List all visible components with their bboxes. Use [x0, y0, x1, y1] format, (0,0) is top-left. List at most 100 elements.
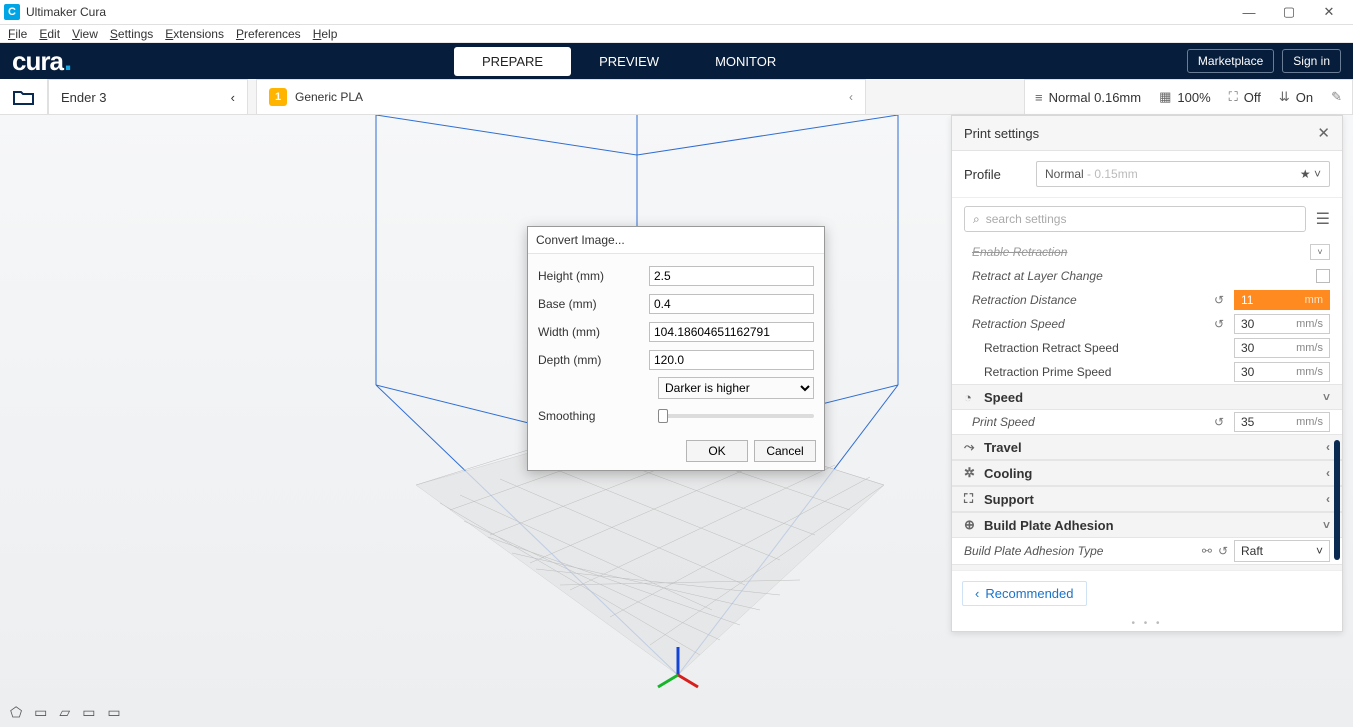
star-chevron-icon: ★ ˅ [1300, 167, 1321, 181]
print-settings-panel: Print settings ✕ Profile Normal - 0.15mm… [951, 115, 1343, 632]
panel-header: Print settings ✕ [952, 116, 1342, 151]
link-icon[interactable]: ⚯ [1202, 544, 1212, 558]
width-input[interactable] [649, 322, 814, 342]
reset-icon[interactable]: ↺ [1210, 317, 1228, 331]
adhesion-icon: ⊕ [964, 517, 984, 533]
reset-icon[interactable]: ↺ [1210, 415, 1228, 429]
adhesion-type-select[interactable]: Raft ˅ [1234, 540, 1330, 562]
setting-print-speed: Print Speed ↺ 35 mm/s [964, 410, 1330, 434]
chevron-left-icon: ‹ [231, 90, 235, 105]
reset-icon[interactable]: ↺ [1218, 544, 1228, 558]
marketplace-button[interactable]: Marketplace [1187, 49, 1274, 73]
view-iso-icon[interactable]: ⬠ [10, 704, 22, 721]
depth-input[interactable] [649, 350, 814, 370]
reset-icon[interactable]: ↺ [1210, 293, 1228, 307]
view-shelf: ⬠ ▭ ▱ ▭ ▭ [10, 704, 121, 721]
settings-menu-button[interactable]: ☰ [1316, 209, 1330, 229]
retraction-prime-speed-input[interactable]: 30 mm/s [1234, 362, 1330, 382]
search-row: ⌕ search settings ☰ [952, 198, 1342, 240]
extruder-badge: 1 [269, 88, 287, 106]
settings-body: Enable Retraction ˅ Retract at Layer Cha… [952, 240, 1342, 570]
support-icon: ⛶ [964, 491, 984, 507]
menu-settings[interactable]: Settings [104, 27, 159, 41]
search-icon: ⌕ [973, 212, 980, 227]
resize-handle[interactable]: • • • [952, 616, 1342, 631]
slider-thumb[interactable] [658, 409, 668, 423]
setting-retraction-distance: Retraction Distance ↺ 11 mm [964, 288, 1330, 312]
chevron-left-icon: ‹ [849, 90, 853, 104]
convert-image-dialog: Convert Image... Height (mm) Base (mm) W… [527, 226, 825, 471]
logo-dot-icon: . [64, 51, 71, 71]
chevron-down-icon: ˅ [1323, 390, 1330, 404]
panel-title: Print settings [964, 126, 1039, 141]
chevron-down-icon: ˅ [1316, 544, 1323, 558]
close-panel-button[interactable]: ✕ [1317, 124, 1330, 142]
summary-profile: ≡ Normal 0.16mm [1035, 90, 1141, 105]
category-cooling[interactable]: ✲ Cooling ‹ [952, 460, 1342, 486]
category-dual-extrusion[interactable]: ⚗ Dual Extrusion ‹ [952, 564, 1342, 570]
ok-button[interactable]: OK [686, 440, 748, 462]
depth-label: Depth (mm) [538, 353, 641, 367]
print-settings-summary[interactable]: ≡ Normal 0.16mm ▦ 100% ⛶ Off ⇊ On ✎ [1024, 79, 1353, 115]
smoothing-slider[interactable] [658, 414, 814, 418]
printer-name: Ender 3 [61, 90, 107, 105]
retraction-speed-input[interactable]: 30 mm/s [1234, 314, 1330, 334]
retraction-retract-speed-input[interactable]: 30 mm/s [1234, 338, 1330, 358]
profile-select[interactable]: Normal - 0.15mm ★ ˅ [1036, 161, 1330, 187]
open-file-button[interactable] [0, 79, 48, 114]
tab-monitor[interactable]: MONITOR [687, 47, 804, 76]
setting-retract-layer-change: Retract at Layer Change [964, 264, 1330, 288]
category-speed[interactable]: ◔ Speed ˅ [952, 384, 1342, 410]
chevron-left-icon: ‹ [1326, 440, 1330, 454]
search-settings-input[interactable]: ⌕ search settings [964, 206, 1306, 232]
chevron-down-icon[interactable]: ˅ [1310, 244, 1330, 260]
category-build-plate-adhesion[interactable]: ⊕ Build Plate Adhesion ˅ [952, 512, 1342, 538]
close-window-button[interactable]: ✕ [1309, 4, 1349, 20]
edit-icon[interactable]: ✎ [1331, 89, 1342, 105]
menu-file[interactable]: File [2, 27, 33, 41]
app-icon: C [4, 4, 20, 20]
category-travel[interactable]: ⤳ Travel ‹ [952, 434, 1342, 460]
menu-extensions[interactable]: Extensions [159, 27, 230, 41]
width-label: Width (mm) [538, 325, 641, 339]
profile-row: Profile Normal - 0.15mm ★ ˅ [952, 151, 1342, 198]
tab-prepare[interactable]: PREPARE [454, 47, 571, 76]
menu-bar: File Edit View Settings Extensions Prefe… [0, 25, 1353, 43]
checkbox[interactable] [1316, 269, 1330, 283]
chevron-left-icon: ‹ [1326, 466, 1330, 480]
dual-extrusion-icon: ⚗ [964, 569, 984, 570]
menu-edit[interactable]: Edit [33, 27, 66, 41]
material-selector[interactable]: 1 Generic PLA ‹ [256, 79, 866, 115]
chevron-left-icon: ‹ [975, 586, 979, 601]
setting-enable-retraction: Enable Retraction ˅ [964, 240, 1330, 264]
print-speed-input[interactable]: 35 mm/s [1234, 412, 1330, 432]
view-right-icon[interactable]: ▭ [107, 704, 120, 721]
scrollbar-thumb[interactable] [1334, 440, 1340, 560]
tab-preview[interactable]: PREVIEW [571, 47, 687, 76]
setting-retraction-retract-speed: Retraction Retract Speed 30 mm/s [964, 336, 1330, 360]
menu-preferences[interactable]: Preferences [230, 27, 307, 41]
maximize-button[interactable]: ▢ [1269, 4, 1309, 20]
base-label: Base (mm) [538, 297, 641, 311]
signin-button[interactable]: Sign in [1282, 49, 1341, 73]
view-front-icon[interactable]: ▭ [34, 704, 47, 721]
view-top-icon[interactable]: ▱ [59, 704, 70, 721]
category-support[interactable]: ⛶ Support ‹ [952, 486, 1342, 512]
mode-select[interactable]: Darker is higher [658, 377, 814, 399]
base-input[interactable] [649, 294, 814, 314]
printer-selector[interactable]: Ender 3 ‹ [48, 79, 248, 115]
recommended-button[interactable]: ‹ Recommended [962, 581, 1087, 606]
height-input[interactable] [649, 266, 814, 286]
summary-support: ⛶ Off [1229, 89, 1261, 105]
cancel-button[interactable]: Cancel [754, 440, 816, 462]
speed-icon: ◔ [964, 390, 984, 405]
menu-help[interactable]: Help [307, 27, 344, 41]
view-left-icon[interactable]: ▭ [82, 704, 95, 721]
retraction-distance-input[interactable]: 11 mm [1234, 290, 1330, 310]
height-label: Height (mm) [538, 269, 641, 283]
menu-view[interactable]: View [66, 27, 104, 41]
chevron-down-icon: ˅ [1323, 518, 1330, 532]
smoothing-label: Smoothing [538, 409, 650, 423]
panel-footer: ‹ Recommended [952, 570, 1342, 616]
minimize-button[interactable]: — [1229, 5, 1269, 20]
